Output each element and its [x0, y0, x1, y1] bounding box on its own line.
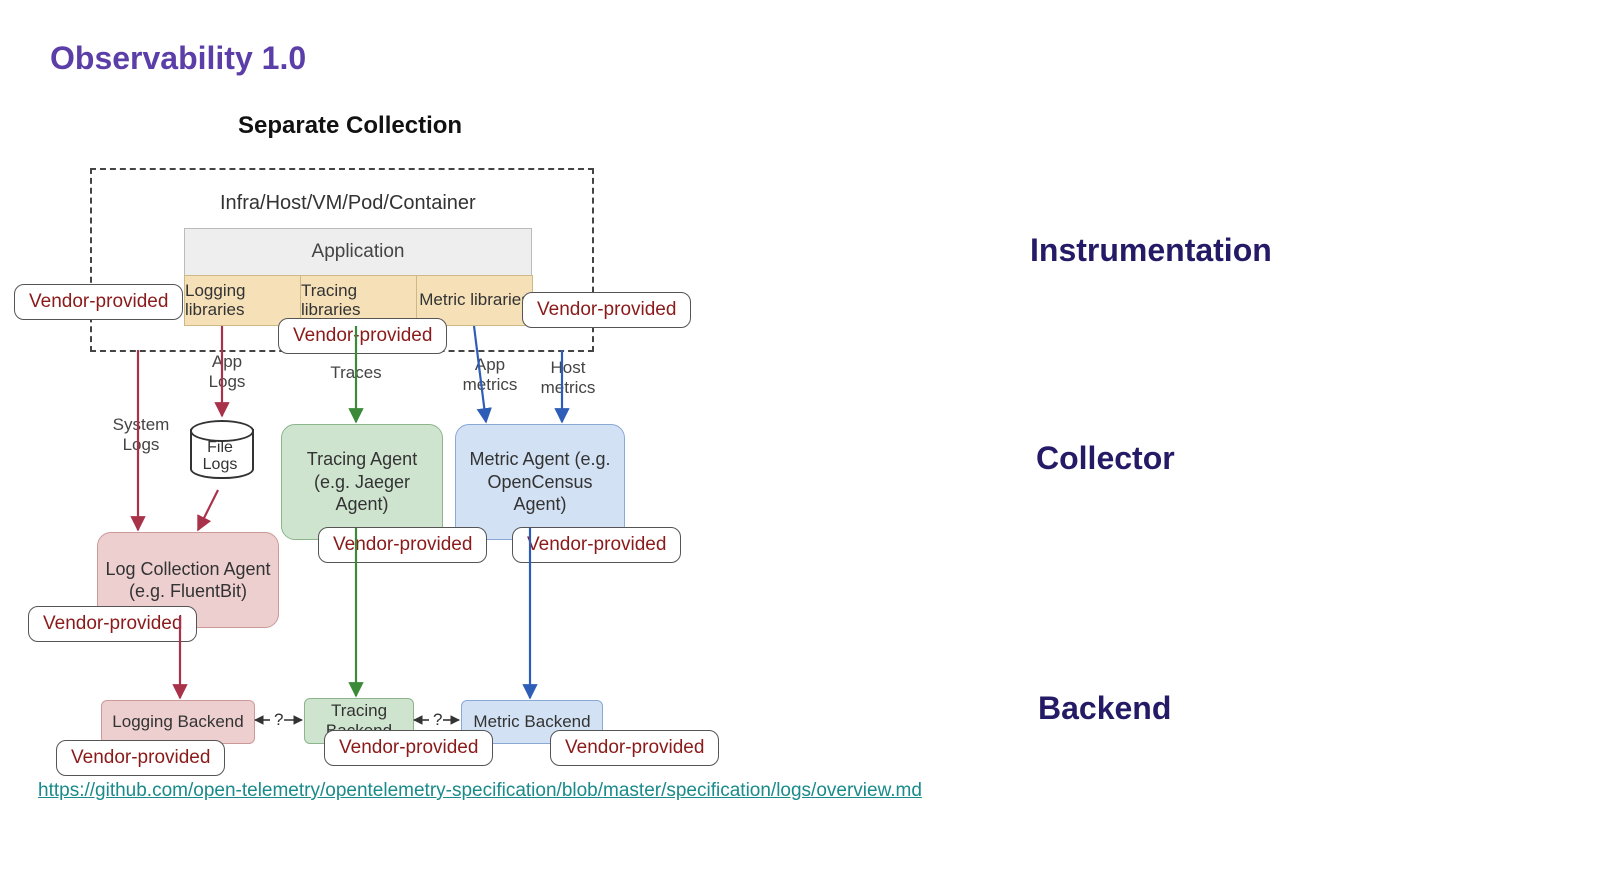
slide-stage: Observability 1.0 Separate Collection In… [0, 0, 1600, 895]
arrow-file-to-logagent [198, 490, 218, 530]
arrows-layer [0, 0, 1600, 895]
arrow-app-metrics [474, 326, 486, 422]
